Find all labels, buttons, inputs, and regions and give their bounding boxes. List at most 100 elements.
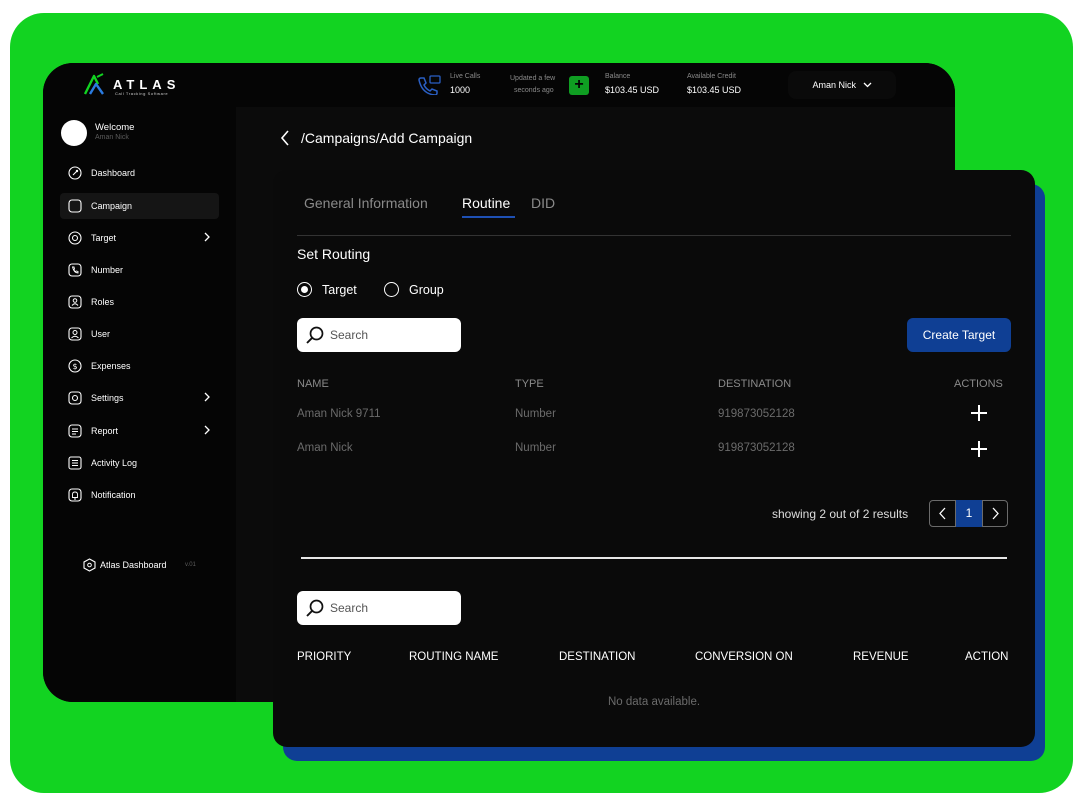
- sidebar-item-report[interactable]: Report: [60, 418, 219, 444]
- top-bar: ATLAS Call Tracking Software Live Calls …: [43, 63, 955, 107]
- column-header-conversion-on: CONVERSION ON: [695, 651, 793, 663]
- user-menu-name: Aman Nick: [812, 80, 856, 90]
- brand-name: ATLAS: [113, 77, 181, 92]
- active-tab-indicator: [462, 216, 515, 218]
- sidebar-item-expenses[interactable]: $ Expenses: [60, 353, 219, 379]
- pagination-next-button[interactable]: [982, 500, 1008, 527]
- cell-type: Number: [515, 408, 556, 420]
- target-icon: [68, 231, 82, 245]
- pagination-page-button[interactable]: 1: [956, 500, 982, 527]
- credit-value: $103.45 USD: [687, 85, 742, 95]
- column-header-type: TYPE: [515, 378, 544, 390]
- balance-label: Balance: [605, 73, 631, 80]
- breadcrumb: /Campaigns/Add Campaign: [301, 130, 473, 146]
- back-arrow-icon[interactable]: [279, 129, 291, 147]
- column-header-priority: PRIORITY: [297, 651, 352, 663]
- sidebar-item-user[interactable]: User: [60, 321, 219, 347]
- sidebar-item-settings[interactable]: Settings: [60, 385, 219, 411]
- column-header-routing-name: ROUTING NAME: [409, 651, 499, 663]
- column-header-destination: DESTINATION: [559, 651, 636, 663]
- section-divider: [301, 557, 1007, 559]
- column-header-action: ACTION: [965, 651, 1009, 663]
- live-calls-icon: [418, 75, 441, 95]
- cell-destination: 919873052128: [718, 408, 795, 420]
- sidebar-item-target[interactable]: Target: [60, 225, 219, 251]
- sidebar-item-label: User: [91, 329, 111, 339]
- updated-text-line1: Updated a few: [510, 75, 556, 82]
- sidebar-item-label: Report: [91, 426, 119, 436]
- sidebar-item-label: Target: [91, 233, 117, 243]
- user-menu-button[interactable]: Aman Nick: [788, 71, 896, 99]
- roles-icon: [68, 295, 82, 309]
- sidebar-item-label: Settings: [91, 393, 124, 403]
- footer-version: v.01: [185, 562, 196, 568]
- tab-did[interactable]: DID: [531, 195, 555, 211]
- bell-icon: [68, 488, 82, 502]
- radio-group-label: Group: [409, 283, 444, 297]
- updated-text-line2: seconds ago: [514, 87, 554, 94]
- credit-label: Available Credit: [687, 73, 736, 80]
- sidebar-item-label: Activity Log: [91, 458, 138, 468]
- sidebar-item-activity-log[interactable]: Activity Log: [60, 450, 219, 476]
- hexagon-icon: [83, 558, 96, 572]
- sidebar: Welcome Aman Nick Dashboard Campaign Tar…: [43, 107, 236, 702]
- routing-search-box: [297, 591, 461, 625]
- campaign-icon: [68, 199, 82, 213]
- radio-target-label: Target: [322, 283, 357, 297]
- add-campaign-panel: General Information Routine DID Set Rout…: [273, 170, 1035, 747]
- tab-routine[interactable]: Routine: [462, 195, 510, 211]
- sidebar-item-label: Number: [91, 265, 124, 275]
- cell-destination: 919873052128: [718, 442, 795, 454]
- pagination-summary: showing 2 out of 2 results: [772, 507, 909, 521]
- dashboard-icon: [68, 166, 82, 180]
- search-icon: [306, 599, 324, 617]
- column-header-actions: ACTIONS: [954, 378, 1003, 390]
- settings-icon: [68, 391, 82, 405]
- chevron-down-icon: [863, 82, 871, 88]
- target-search-box: [297, 318, 461, 352]
- chevron-right-icon: [204, 232, 210, 242]
- routing-search-input[interactable]: [330, 591, 455, 625]
- sidebar-item-label: Roles: [91, 297, 115, 307]
- empty-state-text: No data available.: [607, 696, 701, 708]
- sidebar-item-number[interactable]: Number: [60, 257, 219, 283]
- search-icon: [306, 326, 324, 344]
- cell-name: Aman Nick: [297, 442, 353, 454]
- sidebar-item-notification[interactable]: Notification: [60, 482, 219, 508]
- activity-log-icon: [68, 456, 82, 470]
- tab-general-information[interactable]: General Information: [304, 195, 428, 211]
- create-target-button[interactable]: Create Target: [907, 318, 1011, 352]
- live-calls-label: Live Calls: [450, 73, 481, 80]
- column-header-name: NAME: [297, 378, 329, 390]
- section-title: Set Routing: [297, 246, 371, 262]
- radio-group[interactable]: [384, 282, 399, 297]
- report-icon: [68, 424, 82, 438]
- live-calls-value: 1000: [450, 85, 471, 95]
- chevron-right-icon: [204, 392, 210, 402]
- brand-tagline: Call Tracking Software: [115, 91, 169, 96]
- svg-text:$: $: [72, 362, 77, 371]
- expenses-icon: $: [68, 359, 82, 373]
- avatar[interactable]: [61, 120, 87, 146]
- tabs-divider: [297, 235, 1011, 236]
- radio-target[interactable]: [297, 282, 312, 297]
- footer-label: Atlas Dashboard: [100, 560, 167, 570]
- sidebar-item-label: Expenses: [91, 361, 131, 371]
- cell-type: Number: [515, 442, 556, 454]
- atlas-logo-icon: [83, 73, 104, 95]
- add-icon[interactable]: [970, 440, 988, 458]
- column-header-revenue: REVENUE: [853, 651, 909, 663]
- sidebar-item-roles[interactable]: Roles: [60, 289, 219, 315]
- user-icon: [68, 327, 82, 341]
- phone-icon: [68, 263, 82, 277]
- sidebar-item-label: Campaign: [91, 201, 133, 211]
- sidebar-item-label: Notification: [91, 490, 136, 500]
- refresh-plus-button[interactable]: +: [569, 76, 589, 95]
- welcome-user: Aman Nick: [95, 134, 129, 141]
- add-icon[interactable]: [970, 404, 988, 422]
- pagination-prev-button[interactable]: [929, 500, 956, 527]
- sidebar-item-campaign[interactable]: Campaign: [60, 193, 219, 219]
- welcome-text: Welcome: [95, 122, 135, 133]
- target-search-input[interactable]: [330, 318, 455, 352]
- sidebar-item-dashboard[interactable]: Dashboard: [60, 160, 219, 186]
